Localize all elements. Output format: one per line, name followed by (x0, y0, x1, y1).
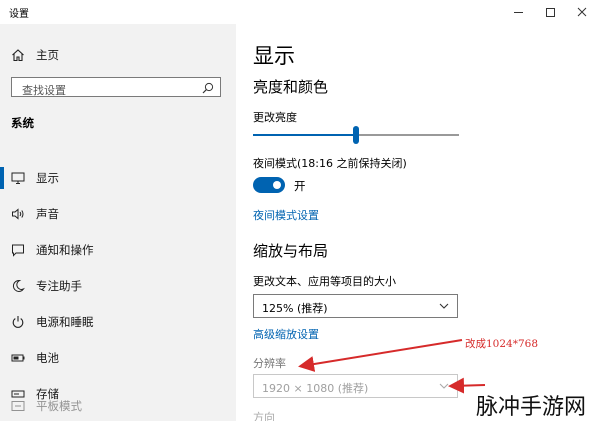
toggle-state-label: 开 (294, 179, 306, 193)
moon-icon (10, 278, 26, 294)
search-icon (202, 82, 214, 94)
search-input[interactable]: 查找设置 (11, 77, 221, 97)
minimize-button[interactable] (502, 0, 534, 24)
brightness-slider-fill (253, 134, 356, 136)
close-icon (577, 7, 587, 17)
orientation-label: 方向 (253, 411, 275, 421)
sidebar-item-home[interactable]: 主页 (0, 38, 236, 72)
resolution-dropdown[interactable]: 1920 × 1080 (推荐) (253, 374, 458, 398)
settings-window: 设置 主页 查找设置 系统 显示 声音 通知和操作 专注助手 电源和睡眠 电池 … (0, 0, 600, 421)
scale-dropdown-value: 125% (推荐) (262, 302, 328, 315)
main-content: 显示 亮度和颜色 更改亮度 夜间模式(18:16 之前保持关闭) 开 夜间模式设… (236, 24, 600, 421)
scale-dropdown[interactable]: 125% (推荐) (253, 294, 458, 318)
sidebar: 主页 查找设置 系统 显示 声音 通知和操作 专注助手 电源和睡眠 电池 存储 … (0, 24, 236, 421)
night-light-settings-link[interactable]: 夜间模式设置 (253, 207, 319, 223)
night-light-toggle[interactable] (253, 177, 285, 193)
watermark: 脉冲手游网 (472, 389, 591, 421)
resolution-dropdown-value: 1920 × 1080 (推荐) (262, 382, 369, 395)
search-placeholder: 查找设置 (22, 84, 66, 97)
sidebar-item-label: 通知和操作 (36, 243, 94, 257)
maximize-button[interactable] (534, 0, 566, 24)
page-title: 显示 (253, 44, 295, 68)
power-icon (10, 314, 26, 330)
speaker-icon (10, 206, 26, 222)
chevron-down-icon (439, 303, 449, 309)
title-bar: 设置 (0, 0, 600, 24)
sidebar-item-label: 显示 (36, 171, 59, 185)
window-title: 设置 (9, 9, 29, 20)
minimize-icon (513, 11, 523, 13)
sidebar-item-tablet-mode[interactable]: 平板模式 (0, 389, 236, 421)
brightness-label: 更改亮度 (253, 111, 297, 124)
sidebar-item-label: 主页 (36, 48, 59, 62)
battery-icon (10, 350, 26, 366)
close-button[interactable] (566, 0, 598, 24)
sidebar-item-label: 声音 (36, 207, 59, 221)
section-heading: 系统 (11, 116, 34, 130)
sidebar-item-label: 电池 (36, 351, 59, 365)
sidebar-item-power-sleep[interactable]: 电源和睡眠 (0, 305, 236, 339)
sidebar-item-label: 专注助手 (36, 279, 82, 293)
home-icon (10, 47, 26, 63)
monitor-icon (10, 170, 26, 186)
advanced-scaling-link[interactable]: 高级缩放设置 (253, 326, 319, 342)
sidebar-item-sound[interactable]: 声音 (0, 197, 236, 231)
scale-label: 更改文本、应用等项目的大小 (253, 275, 396, 288)
tablet-mode-icon (10, 398, 26, 414)
sidebar-item-battery[interactable]: 电池 (0, 341, 236, 375)
sidebar-item-notifications[interactable]: 通知和操作 (0, 233, 236, 267)
brightness-section-heading: 亮度和颜色 (253, 78, 329, 96)
notification-icon (10, 242, 26, 258)
sidebar-item-label: 电源和睡眠 (36, 315, 94, 329)
annotation-text: 改成1024*768 (465, 338, 539, 350)
resolution-label: 分辨率 (253, 357, 286, 370)
scale-section-heading: 缩放与布局 (253, 242, 329, 260)
chevron-down-icon (439, 383, 449, 389)
toggle-knob (273, 181, 281, 189)
sidebar-item-focus-assist[interactable]: 专注助手 (0, 269, 236, 303)
night-light-label: 夜间模式(18:16 之前保持关闭) (253, 157, 407, 170)
sidebar-item-display[interactable]: 显示 (0, 161, 236, 195)
maximize-icon (545, 7, 555, 17)
sidebar-item-label: 平板模式 (36, 399, 82, 413)
brightness-slider-thumb[interactable] (353, 126, 359, 144)
brightness-slider[interactable] (253, 126, 459, 144)
